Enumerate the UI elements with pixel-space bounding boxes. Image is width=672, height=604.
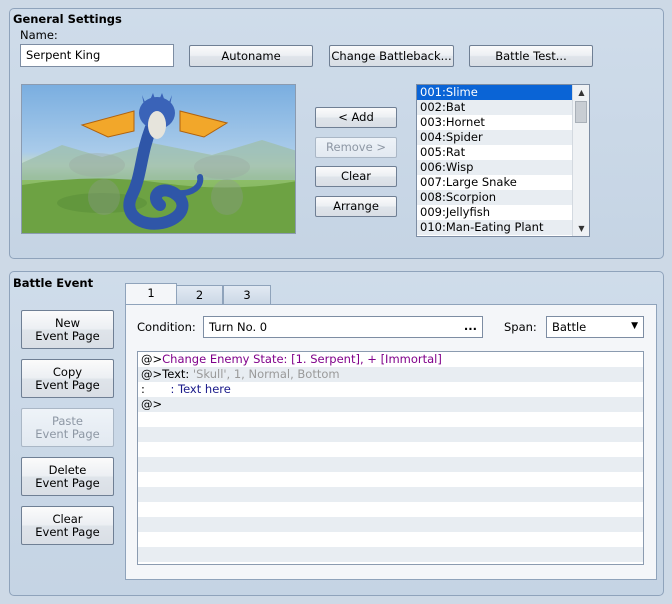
condition-value: Turn No. 0 <box>209 320 268 334</box>
command-prefix: @>Text: <box>141 367 190 381</box>
empty-command-row <box>138 532 643 547</box>
delete-page-label-2: Event Page <box>35 475 100 490</box>
general-settings-title: General Settings <box>13 12 122 26</box>
delete-event-page-button[interactable]: Delete Event Page <box>21 457 114 496</box>
list-item[interactable]: 005:Rat <box>417 145 572 160</box>
empty-command-row <box>138 517 643 532</box>
name-label: Name: <box>20 28 58 42</box>
add-button[interactable]: < Add <box>315 107 397 128</box>
troop-preview[interactable] <box>21 84 296 234</box>
tab-page-2[interactable]: 2 <box>176 285 223 304</box>
empty-command-row <box>138 412 643 427</box>
autoname-button[interactable]: Autoname <box>189 45 313 67</box>
name-input[interactable]: Serpent King <box>20 44 174 67</box>
command-row[interactable]: @>Text: 'Skull', 1, Normal, Bottom <box>138 367 643 382</box>
new-page-label-2: Event Page <box>35 328 100 343</box>
copy-page-label-2: Event Page <box>35 377 100 392</box>
change-battleback-button[interactable]: Change Battleback... <box>329 45 454 67</box>
empty-command-row <box>138 547 643 562</box>
list-item[interactable]: 006:Wisp <box>417 160 572 175</box>
clear-page-label-1: Clear <box>52 511 83 526</box>
list-item[interactable]: 007:Large Snake <box>417 175 572 190</box>
command-prefix: @> <box>141 352 163 366</box>
list-item[interactable]: 009:Jellyfish <box>417 205 572 220</box>
chevron-down-icon: ▼ <box>631 321 638 331</box>
span-label: Span: <box>504 320 537 334</box>
empty-command-row <box>138 457 643 472</box>
event-command-list[interactable]: @>Change Enemy State: [1. Serpent], + [I… <box>137 351 644 565</box>
tab-page-1[interactable]: 1 <box>125 283 177 305</box>
tab-page-3[interactable]: 3 <box>223 285 271 304</box>
paste-event-page-button[interactable]: Paste Event Page <box>21 408 114 447</box>
scroll-thumb[interactable] <box>575 101 587 123</box>
list-item[interactable]: 004:Spider <box>417 130 572 145</box>
empty-command-row <box>138 502 643 517</box>
copy-event-page-button[interactable]: Copy Event Page <box>21 359 114 398</box>
battle-event-title: Battle Event <box>13 276 94 290</box>
delete-page-label-1: Delete <box>48 462 87 477</box>
list-item[interactable]: 002:Bat <box>417 100 572 115</box>
clear-page-label-2: Event Page <box>35 524 100 539</box>
command-prefix: @> <box>141 397 163 411</box>
condition-label: Condition: <box>137 320 196 334</box>
enemy-list[interactable]: 001:Slime 002:Bat 003:Hornet 004:Spider 005:… <box>416 84 590 237</box>
command-text: Change Enemy State: [1. Serpent], + [Imm… <box>162 352 442 366</box>
remove-button[interactable]: Remove > <box>315 137 397 158</box>
clear-button[interactable]: Clear <box>315 166 397 187</box>
battleback-image <box>22 93 295 233</box>
empty-command-row <box>138 427 643 442</box>
new-event-page-button[interactable]: New Event Page <box>21 310 114 349</box>
command-params: 'Skull', 1, Normal, Bottom <box>189 367 340 381</box>
span-select[interactable]: Battle ▼ <box>546 316 644 338</box>
arrange-button[interactable]: Arrange <box>315 196 397 217</box>
command-row[interactable]: @>Change Enemy State: [1. Serpent], + [I… <box>138 352 643 367</box>
list-item[interactable]: 010:Man-Eating Plant <box>417 220 572 235</box>
list-item[interactable]: 001:Slime <box>417 85 572 100</box>
enemy-list-scrollbar[interactable]: ▲ ▼ <box>572 85 589 236</box>
scroll-up-icon[interactable]: ▲ <box>573 85 589 100</box>
paste-page-label-2: Event Page <box>35 426 100 441</box>
command-text: : Text here <box>144 382 231 396</box>
command-row[interactable]: : : Text here <box>138 382 643 397</box>
command-row[interactable]: @> <box>138 397 643 412</box>
scroll-down-icon[interactable]: ▼ <box>573 221 589 236</box>
empty-command-row <box>138 442 643 457</box>
new-page-label-1: New <box>54 315 81 330</box>
empty-command-row <box>138 487 643 502</box>
condition-ellipsis-button[interactable]: ... <box>464 319 477 333</box>
paste-page-label-1: Paste <box>51 413 84 428</box>
copy-page-label-1: Copy <box>52 364 83 379</box>
list-item[interactable]: 003:Hornet <box>417 115 572 130</box>
clear-event-page-button[interactable]: Clear Event Page <box>21 506 114 545</box>
condition-field[interactable]: Turn No. 0 ... <box>203 316 483 338</box>
empty-command-row <box>138 472 643 487</box>
list-item[interactable]: 008:Scorpion <box>417 190 572 205</box>
battle-test-button[interactable]: Battle Test... <box>469 45 593 67</box>
span-value: Battle <box>552 320 587 334</box>
